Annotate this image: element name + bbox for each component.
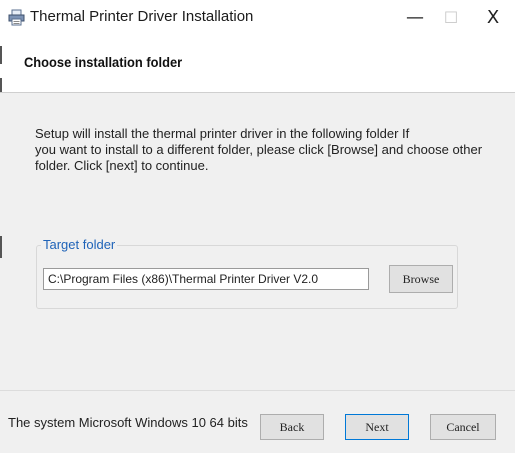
target-folder-group: Target folder Browse xyxy=(36,237,458,309)
window-title: Thermal Printer Driver Installation xyxy=(30,8,254,25)
printer-icon xyxy=(8,9,25,26)
target-folder-legend: Target folder xyxy=(41,237,118,252)
cancel-button[interactable]: Cancel xyxy=(430,414,496,440)
back-button[interactable]: Back xyxy=(260,414,324,440)
wizard-footer: The system Microsoft Windows 10 64 bits … xyxy=(0,390,515,453)
close-button[interactable]: X xyxy=(478,4,508,30)
browse-button[interactable]: Browse xyxy=(389,265,453,293)
intro-text: Setup will install the thermal printer d… xyxy=(35,126,483,174)
window-edge-mark xyxy=(0,46,2,64)
intro-line: folder. Click [next] to continue. xyxy=(35,158,209,173)
minimize-button[interactable]: — xyxy=(400,4,430,30)
window-edge-mark xyxy=(0,236,2,258)
wizard-body: Setup will install the thermal printer d… xyxy=(0,93,515,390)
installer-window: Thermal Printer Driver Installation — ☐ … xyxy=(0,0,515,453)
intro-line: you want to install to a different folde… xyxy=(35,142,483,157)
wizard-header: Choose installation folder xyxy=(0,36,515,93)
target-path-input[interactable] xyxy=(43,268,369,290)
intro-line: Setup will install the thermal printer d… xyxy=(35,126,410,141)
system-status-text: The system Microsoft Windows 10 64 bits xyxy=(8,415,248,430)
next-button[interactable]: Next xyxy=(345,414,409,440)
maximize-button[interactable]: ☐ xyxy=(436,4,466,30)
page-title: Choose installation folder xyxy=(24,54,183,70)
title-bar: Thermal Printer Driver Installation — ☐ … xyxy=(0,0,515,36)
window-edge-mark xyxy=(0,78,2,92)
